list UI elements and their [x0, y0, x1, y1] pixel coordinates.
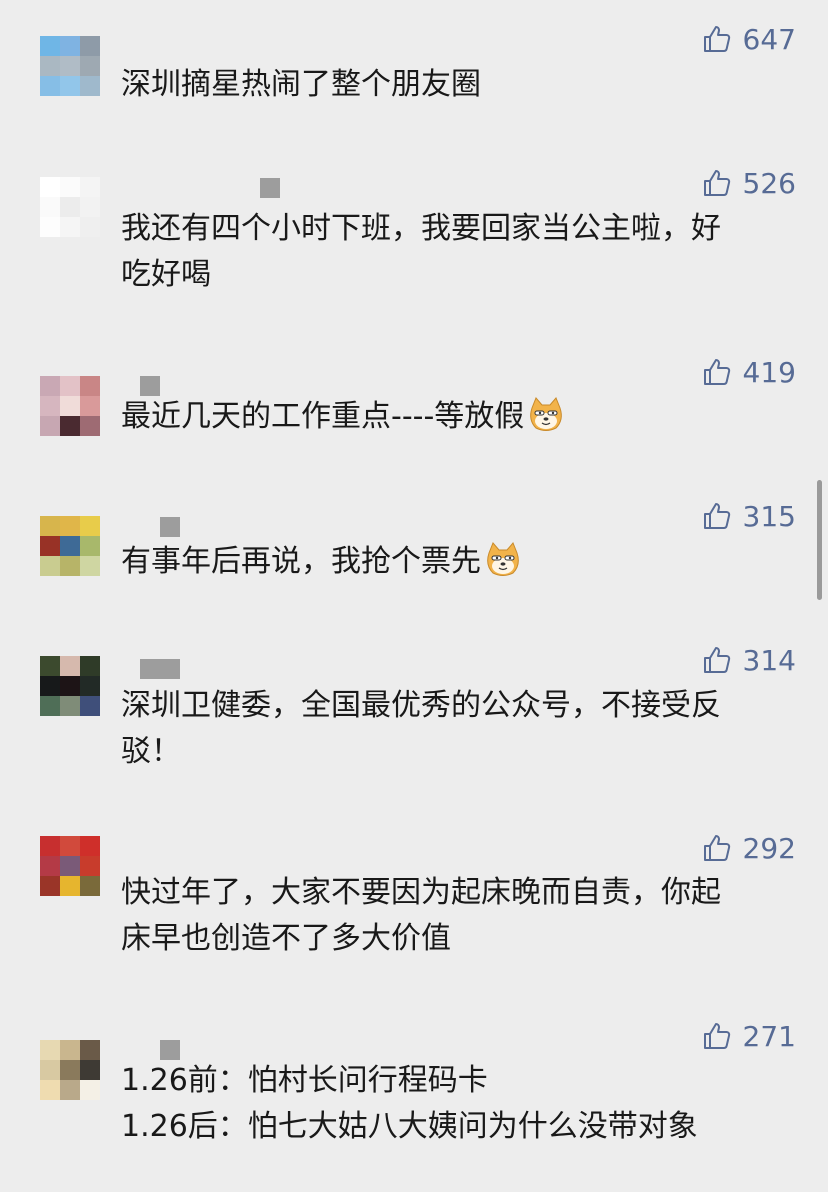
username-blurred[interactable]	[160, 1040, 180, 1060]
like-button[interactable]: 315	[701, 499, 796, 533]
doge-emoji-icon	[530, 397, 563, 431]
comment-text: 深圳摘星热闹了整个朋友圈	[121, 67, 481, 102]
username-blurred[interactable]	[260, 178, 280, 198]
like-count: 314	[742, 643, 796, 677]
avatar[interactable]	[40, 177, 100, 237]
username-blurred[interactable]	[140, 376, 160, 396]
comment-text-block: 最近几天的工作重点----等放假	[121, 394, 796, 440]
doge-emoji-icon	[487, 542, 519, 576]
comment-text-block: 深圳卫健委，全国最优秀的公众号，不接受反 驳！	[121, 683, 796, 775]
thumbs-up-icon	[703, 835, 730, 861]
thumbs-up-icon	[703, 359, 730, 385]
like-count: 271	[742, 1019, 796, 1053]
comments-screen: 647 深圳摘星热闹了整个朋友圈 526 我还有四个小时下班，我要回家当公主啦，好 吃…	[0, 0, 828, 1192]
like-count: 292	[742, 831, 796, 865]
like-button[interactable]: 292	[701, 831, 796, 865]
like-count: 419	[742, 355, 796, 389]
thumbs-up-icon	[703, 647, 730, 673]
avatar[interactable]	[40, 656, 100, 716]
comment-text: 快过年了，大家不要因为起床晚而自责，你起 床早也创造不了多大价值	[121, 875, 721, 956]
username-blurred[interactable]	[160, 517, 180, 537]
comment-text-block: 我还有四个小时下班，我要回家当公主啦，好 吃好喝	[121, 206, 796, 298]
like-count: 315	[742, 499, 796, 533]
comment-text-block: 深圳摘星热闹了整个朋友圈	[121, 62, 796, 108]
comment-text: 深圳卫健委，全国最优秀的公众号，不接受反 驳！	[121, 688, 721, 769]
like-count: 526	[742, 166, 796, 200]
thumbs-up-icon	[703, 503, 730, 529]
like-button[interactable]: 526	[701, 166, 796, 200]
like-button[interactable]: 647	[701, 22, 796, 56]
like-count: 647	[742, 22, 796, 56]
avatar[interactable]	[40, 1040, 100, 1100]
comment-text: 1.26前：怕村长问行程码卡 1.26后：怕七大姑八大姨问为什么没带对象	[121, 1063, 698, 1144]
username-blurred[interactable]	[140, 659, 180, 679]
comment-text-block: 快过年了，大家不要因为起床晚而自责，你起 床早也创造不了多大价值	[121, 870, 796, 962]
thumbs-up-icon	[703, 170, 730, 196]
like-button[interactable]: 314	[701, 643, 796, 677]
like-button[interactable]: 419	[701, 355, 796, 389]
comment-text: 我还有四个小时下班，我要回家当公主啦，好 吃好喝	[121, 211, 721, 292]
avatar[interactable]	[40, 836, 100, 896]
thumbs-up-icon	[703, 1023, 730, 1049]
avatar[interactable]	[40, 376, 100, 436]
avatar[interactable]	[40, 36, 100, 96]
comment-text: 有事年后再说，我抢个票先	[121, 544, 481, 579]
like-button[interactable]: 271	[701, 1019, 796, 1053]
comment-text: 最近几天的工作重点----等放假	[121, 399, 525, 434]
scrollbar[interactable]	[817, 480, 822, 600]
avatar[interactable]	[40, 516, 100, 576]
thumbs-up-icon	[703, 26, 730, 52]
comment-text-block: 有事年后再说，我抢个票先	[121, 539, 796, 585]
comment-text-block: 1.26前：怕村长问行程码卡 1.26后：怕七大姑八大姨问为什么没带对象	[121, 1058, 796, 1150]
